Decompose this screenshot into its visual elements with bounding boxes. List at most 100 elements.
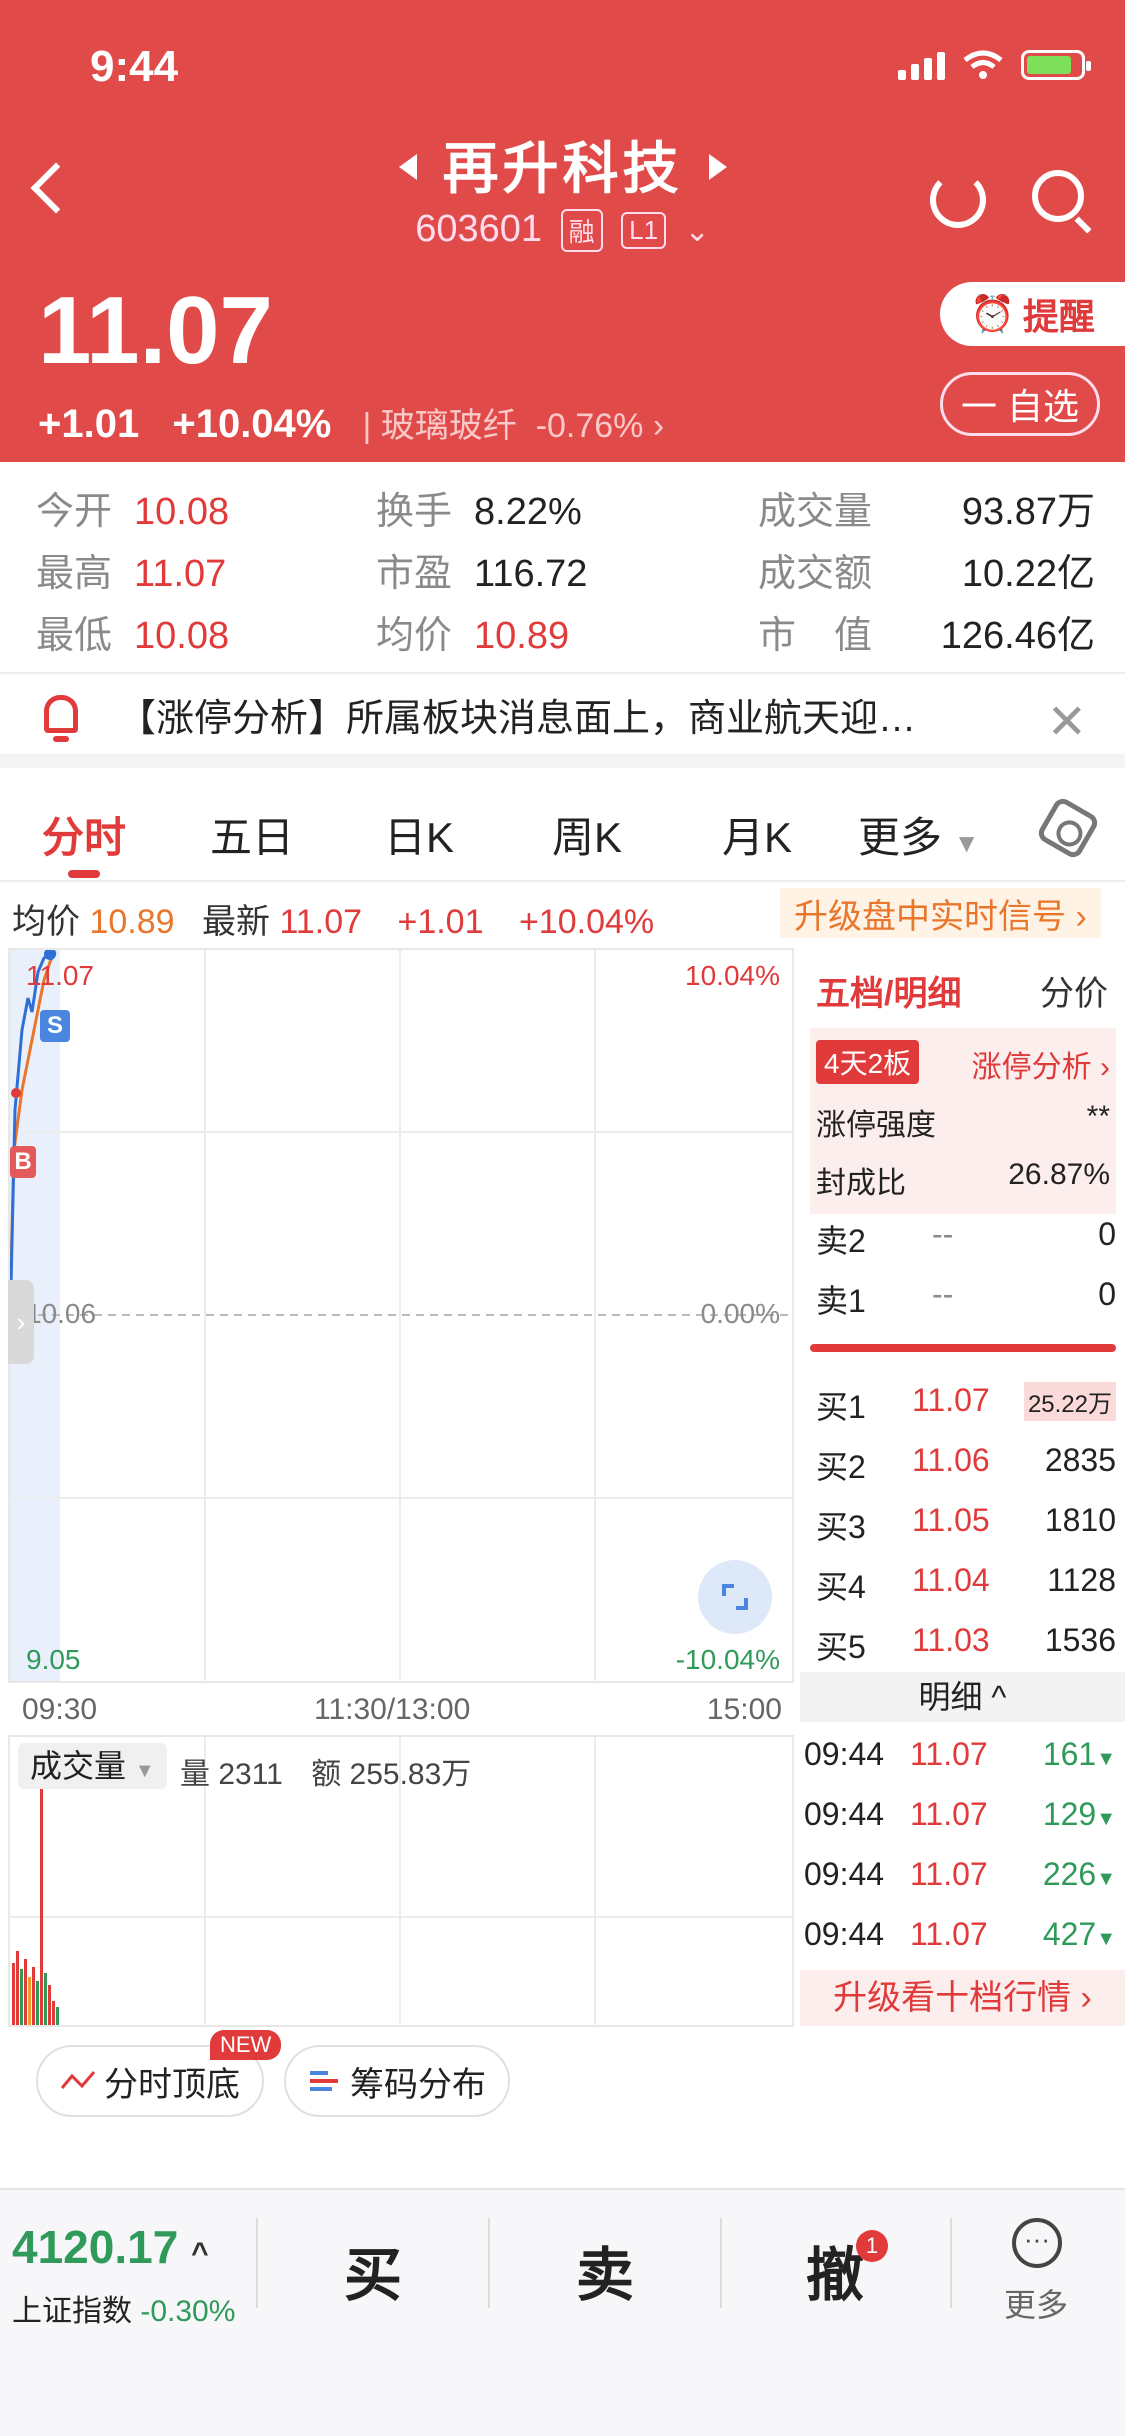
stat-mcap-value: 126.46亿 — [940, 615, 1095, 657]
level-tag: L1 — [621, 212, 667, 250]
fullscreen-button[interactable] — [698, 1560, 772, 1634]
tab-five-day[interactable]: 五日 — [210, 804, 294, 865]
sector-name: 玻璃玻纤 — [380, 407, 517, 445]
remind-button[interactable]: ⏰ 提醒 — [940, 282, 1125, 346]
limit-up-analysis-link[interactable]: 涨停分析 › — [972, 1042, 1110, 1086]
stat-label: 今开 — [36, 491, 113, 533]
ask-row: 卖1 -- 0 — [816, 1276, 1116, 1322]
bid-ask-divider — [810, 1344, 1116, 1352]
bid-row: 买3 11.05 1810 — [816, 1502, 1116, 1548]
volume-bar — [16, 1951, 19, 2025]
caret-down-icon: ▼ — [953, 828, 980, 858]
time-mid: 11:30/13:00 — [314, 1693, 471, 1726]
stat-value: 10.08 — [134, 491, 230, 533]
stock-code: 603601 — [415, 208, 543, 250]
price-change: +1.01 — [38, 402, 140, 446]
search-icon[interactable] — [1032, 170, 1084, 222]
volume-bars — [12, 1763, 59, 2025]
tab-weekly-k[interactable]: 周K — [552, 804, 622, 865]
expand-handle-icon[interactable]: › — [8, 1280, 34, 1364]
more-label[interactable]: 更多 — [1004, 2280, 1068, 2326]
watchlist-button[interactable]: 一 自选 — [940, 372, 1100, 436]
stat-label: 成交额 — [758, 553, 873, 595]
volume-bar — [36, 1981, 39, 2025]
sector-link[interactable]: | 玻璃玻纤 -0.76% › — [363, 407, 665, 445]
latest-value: 11.07 — [279, 903, 363, 941]
stats-panel: 今开 10.08 最高 11.07 最低 10.08 换手 8.22% 市盈 116.72… — [0, 462, 1125, 672]
volume-bar — [44, 1973, 47, 2025]
next-stock-icon[interactable] — [708, 154, 727, 181]
bell-outline-icon: ⏰ — [970, 293, 1015, 334]
tick-price: 11.07 — [910, 1736, 988, 1772]
more-icon[interactable]: ··· — [1012, 2218, 1062, 2268]
stat-volume: 成交量 — [758, 480, 872, 535]
ask-price: -- — [932, 1276, 954, 1312]
margin-tag: 融 — [560, 209, 603, 253]
detail-toggle[interactable]: 明细 ^ — [800, 1672, 1125, 1722]
ask-qty: 0 — [1098, 1276, 1116, 1312]
tick-row: 09:44 11.07 161▼ — [804, 1736, 1116, 1773]
order-book: 五档/明细 分价 4天2板 涨停分析 › 涨停强度 ** 封成比 26.87% … — [800, 948, 1125, 2028]
stat-value: 116.72 — [474, 553, 588, 595]
tab-intraday[interactable]: 分时 — [42, 804, 126, 865]
intraday-chart[interactable]: 11.07 10.04% 10.06 0.00% 9.05 -10.04% S … — [8, 948, 794, 1683]
down-arrow-icon: ▼ — [1096, 1928, 1116, 1950]
chart-top-price: 11.07 — [26, 960, 94, 991]
sell-marker[interactable]: S — [40, 1010, 70, 1042]
tab-more-label: 更多 — [858, 814, 943, 861]
strength-label: 涨停强度 — [816, 1109, 936, 1142]
volume-bar — [12, 1963, 15, 2025]
stat-value: 11.07 — [134, 553, 227, 595]
buy-button[interactable]: 买 — [344, 2228, 402, 2312]
bid-label: 买4 — [816, 1569, 866, 1605]
ask-qty: 0 — [1098, 1216, 1116, 1252]
close-icon[interactable]: ✕ — [1047, 694, 1087, 750]
volume-amt-label: 额 — [311, 1758, 342, 1791]
prev-stock-icon[interactable] — [398, 154, 417, 181]
bid-row: 买4 11.04 1128 — [816, 1562, 1116, 1608]
cancel-order-button[interactable]: 撤 — [806, 2228, 864, 2312]
buy-point-dot — [11, 1088, 21, 1098]
refresh-icon[interactable] — [930, 172, 986, 228]
chip-distribution-chip[interactable]: 筹码分布 — [284, 2045, 510, 2117]
index-value[interactable]: 4120.17 ^ — [12, 2220, 209, 2274]
bid-price: 11.06 — [912, 1442, 990, 1478]
tab-monthly-k[interactable]: 月K — [722, 804, 792, 865]
stock-header: 9:44 再升科技 603601 融 L1 ⌄ 11.07 +1.01 +10.… — [0, 0, 1125, 462]
volume-amt: 255.83万 — [349, 1758, 472, 1791]
down-arrow-icon: ▼ — [1096, 1748, 1116, 1770]
volume-bar — [40, 1763, 43, 2025]
settings-icon[interactable] — [1035, 795, 1101, 861]
upgrade-signal-link[interactable]: 升级盘中实时信号 › — [780, 888, 1101, 938]
stat-label: 均价 — [376, 615, 453, 657]
chevron-down-icon[interactable]: ⌄ — [685, 215, 710, 248]
bid-price: 11.07 — [912, 1382, 990, 1418]
upgrade-ten-level-link[interactable]: 升级看十档行情 › — [800, 1970, 1125, 2026]
volume-chart[interactable]: 成交量 ▼ 量 2311 额 255.83万 — [8, 1737, 794, 2027]
tick-qty: 427 — [1042, 1916, 1097, 1952]
volume-indicator-select[interactable]: 成交量 ▼ — [18, 1743, 167, 1789]
bid-qty: 25.22万 — [1023, 1382, 1116, 1421]
tick-time: 09:44 — [804, 1916, 885, 1952]
tab-more[interactable]: 更多 ▼ — [858, 804, 979, 865]
index-name-row: 上证指数 -0.30% — [12, 2286, 235, 2330]
tab-five-level[interactable]: 五档/明细 — [816, 975, 961, 1013]
limit-up-box[interactable]: 4天2板 涨停分析 › 涨停强度 ** 封成比 26.87% — [810, 1028, 1116, 1214]
tick-price: 11.07 — [910, 1916, 988, 1952]
ask-label: 卖2 — [816, 1223, 866, 1259]
wifi-icon — [963, 50, 1003, 79]
sell-button[interactable]: 卖 — [576, 2228, 634, 2312]
stat-turnover: 换手 8.22% — [376, 480, 582, 535]
tab-price-distribution[interactable]: 分价 — [1040, 966, 1108, 1015]
limit-up-alert[interactable]: 【涨停分析】所属板块消息面上，商业航天迎… ✕ — [0, 672, 1125, 768]
tab-daily-k[interactable]: 日K — [384, 804, 454, 865]
stat-high: 最高 11.07 — [36, 542, 226, 597]
stat-value: 10.89 — [474, 615, 570, 657]
fullscreen-icon — [722, 1584, 748, 1610]
tick-qty: 161 — [1042, 1736, 1097, 1772]
chart-top-pct: 10.04% — [685, 960, 780, 991]
chart-bottom-pct: -10.04% — [675, 1644, 780, 1675]
volume-bar — [24, 1959, 27, 2025]
battery-icon — [1021, 50, 1091, 80]
buy-marker[interactable]: B — [10, 1146, 36, 1178]
